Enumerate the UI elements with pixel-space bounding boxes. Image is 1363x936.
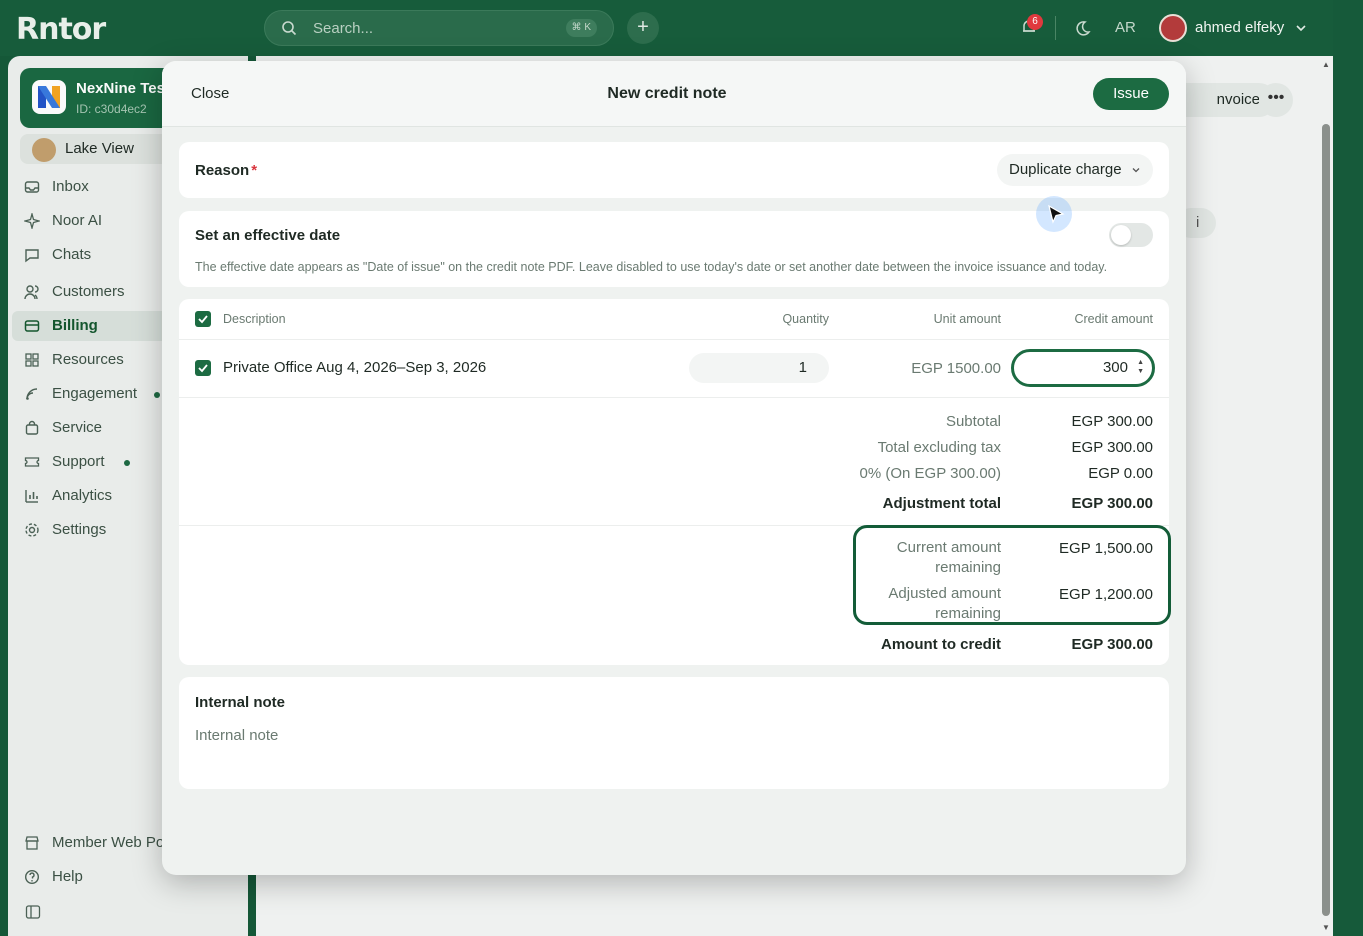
search-icon	[282, 21, 297, 36]
issue-button[interactable]: Issue	[1093, 78, 1169, 110]
mouse-cursor-icon	[1048, 204, 1065, 224]
effective-date-toggle[interactable]	[1109, 223, 1153, 247]
line-item-unit-amount: EGP 1500.00	[911, 360, 1001, 377]
credit-amount-input[interactable]: 300 ▲ ▼	[1011, 349, 1155, 387]
plus-icon: +	[637, 16, 649, 38]
search-placeholder: Search...	[313, 20, 374, 37]
required-marker: *	[251, 162, 258, 179]
user-name[interactable]: ahmed elfeky	[1195, 19, 1284, 36]
app-logo[interactable]: Rntor	[16, 12, 106, 47]
reason-label: Reason *	[195, 162, 258, 179]
check-icon	[198, 364, 208, 373]
divider	[179, 397, 1169, 398]
line-item-checkbox[interactable]	[195, 360, 211, 376]
add-button[interactable]: +	[627, 12, 659, 44]
tax-value: EGP 0.00	[1088, 465, 1153, 482]
modal-header: Close New credit note Issue	[162, 61, 1186, 127]
effective-date-title: Set an effective date	[195, 227, 341, 244]
quantity-input[interactable]: 1	[689, 353, 829, 383]
subtotal-label: Subtotal	[945, 413, 1001, 430]
adjusted-remaining-label: Adjusted amount remaining	[888, 585, 1001, 622]
effective-date-section: Set an effective date The effective date…	[179, 211, 1169, 287]
divider	[1055, 16, 1056, 40]
current-remaining-value: EGP 1,500.00	[1059, 540, 1153, 557]
reason-value: Duplicate charge	[1009, 161, 1122, 178]
adjusted-remaining-value: EGP 1,200.00	[1059, 586, 1153, 603]
effective-date-description: The effective date appears as "Date of i…	[195, 260, 1108, 274]
subtotal-value: EGP 300.00	[1071, 413, 1153, 430]
column-header-quantity: Quantity	[782, 312, 829, 326]
divider	[179, 339, 1169, 340]
language-toggle[interactable]: AR	[1115, 19, 1136, 36]
excl-tax-value: EGP 300.00	[1071, 439, 1153, 456]
notification-badge: 6	[1027, 14, 1043, 30]
column-header-credit-amount: Credit amount	[1074, 312, 1153, 326]
column-header-description: Description	[223, 312, 286, 326]
credit-note-modal: Close New credit note Issue Reason * Dupl…	[162, 61, 1186, 875]
excl-tax-label: Total excluding tax	[877, 439, 1001, 456]
line-item-description: Private Office Aug 4, 2026–Sep 3, 2026	[223, 359, 487, 376]
toggle-knob	[1111, 225, 1131, 245]
top-bar: Rntor Search... ⌘ K + 6 AR ahmed elfeky	[0, 0, 1333, 56]
column-header-unit-amount: Unit amount	[933, 312, 1001, 326]
current-remaining-label: Current amount remaining	[896, 539, 1001, 576]
internal-note-input[interactable]: Internal note	[195, 727, 278, 744]
adjustment-total-label: Adjustment total	[882, 495, 1001, 512]
reason-section: Reason * Duplicate charge	[179, 142, 1169, 198]
reason-select[interactable]: Duplicate charge	[997, 154, 1153, 186]
moon-icon[interactable]	[1073, 19, 1091, 37]
credit-amount-value: 300	[1102, 359, 1128, 376]
user-avatar[interactable]	[1159, 14, 1187, 42]
number-stepper[interactable]: ▲ ▼	[1137, 358, 1144, 376]
check-icon	[198, 315, 208, 324]
tax-label: 0% (On EGP 300.00)	[859, 465, 1001, 482]
adjustment-total-value: EGP 300.00	[1071, 495, 1153, 512]
line-items-section: Description Quantity Unit amount Credit …	[179, 299, 1171, 665]
internal-note-title: Internal note	[195, 694, 286, 711]
internal-note-section: Internal note Internal note	[179, 677, 1169, 789]
search-input[interactable]: Search... ⌘ K	[264, 10, 614, 46]
chevron-down-icon[interactable]	[1295, 22, 1307, 34]
amount-to-credit-value: EGP 300.00	[1071, 636, 1153, 653]
select-all-checkbox[interactable]	[195, 311, 211, 327]
search-shortcut: ⌘ K	[565, 19, 597, 37]
amount-to-credit-label: Amount to credit	[881, 636, 1001, 653]
chevron-down-icon	[1132, 168, 1140, 173]
modal-title: New credit note	[607, 85, 727, 102]
